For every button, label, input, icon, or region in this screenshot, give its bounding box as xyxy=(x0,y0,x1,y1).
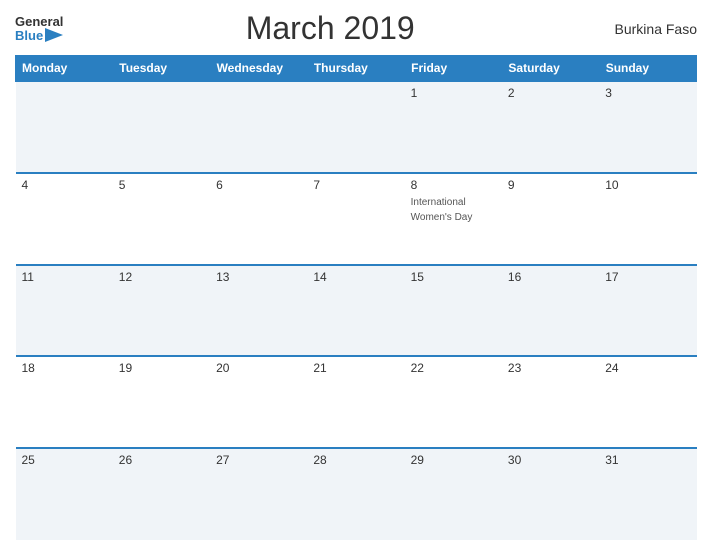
event-text: International Women's Day xyxy=(411,197,473,223)
day-cell: 30 xyxy=(502,448,599,540)
day-cell: 4 xyxy=(16,173,113,265)
day-number: 4 xyxy=(22,178,107,192)
day-number: 6 xyxy=(216,178,301,192)
day-cell: 31 xyxy=(599,448,696,540)
day-number: 24 xyxy=(605,361,690,375)
week-row-4: 18 19 20 21 22 23 24 xyxy=(16,356,697,448)
day-number: 10 xyxy=(605,178,690,192)
day-number: 14 xyxy=(313,270,398,284)
day-number: 7 xyxy=(313,178,398,192)
day-cell: 15 xyxy=(405,265,502,357)
day-cell: 29 xyxy=(405,448,502,540)
header-wednesday: Wednesday xyxy=(210,56,307,82)
week-row-3: 11 12 13 14 15 16 17 xyxy=(16,265,697,357)
day-number: 19 xyxy=(119,361,204,375)
day-cell: 27 xyxy=(210,448,307,540)
day-cell: 3 xyxy=(599,81,696,173)
header-tuesday: Tuesday xyxy=(113,56,210,82)
day-number: 28 xyxy=(313,453,398,467)
day-number: 15 xyxy=(411,270,496,284)
calendar-table: Monday Tuesday Wednesday Thursday Friday… xyxy=(15,55,697,540)
calendar-page: General Blue March 2019 Burkina Faso Mon… xyxy=(0,0,712,550)
logo-flag-icon xyxy=(45,28,63,42)
day-number: 16 xyxy=(508,270,593,284)
day-number: 9 xyxy=(508,178,593,192)
day-number: 1 xyxy=(411,86,496,100)
day-cell: 19 xyxy=(113,356,210,448)
logo-general-text: General xyxy=(15,15,63,28)
day-cell: 11 xyxy=(16,265,113,357)
day-cell: 6 xyxy=(210,173,307,265)
day-cell xyxy=(307,81,404,173)
country-name: Burkina Faso xyxy=(597,21,697,37)
day-cell xyxy=(113,81,210,173)
day-number: 25 xyxy=(22,453,107,467)
day-cell: 8 International Women's Day xyxy=(405,173,502,265)
week-row-5: 25 26 27 28 29 30 31 xyxy=(16,448,697,540)
day-number: 3 xyxy=(605,86,690,100)
day-cell: 25 xyxy=(16,448,113,540)
day-number: 26 xyxy=(119,453,204,467)
day-cell: 17 xyxy=(599,265,696,357)
day-cell xyxy=(210,81,307,173)
logo-blue-text: Blue xyxy=(15,29,43,42)
day-number: 27 xyxy=(216,453,301,467)
day-number: 31 xyxy=(605,453,690,467)
day-cell: 26 xyxy=(113,448,210,540)
day-cell: 23 xyxy=(502,356,599,448)
day-number: 2 xyxy=(508,86,593,100)
header-sunday: Sunday xyxy=(599,56,696,82)
day-cell: 20 xyxy=(210,356,307,448)
day-cell: 9 xyxy=(502,173,599,265)
day-cell: 14 xyxy=(307,265,404,357)
day-cell: 1 xyxy=(405,81,502,173)
day-cell xyxy=(16,81,113,173)
header-thursday: Thursday xyxy=(307,56,404,82)
day-number: 29 xyxy=(411,453,496,467)
day-cell: 2 xyxy=(502,81,599,173)
day-number: 11 xyxy=(22,270,107,284)
day-number: 13 xyxy=(216,270,301,284)
calendar-title: March 2019 xyxy=(63,10,597,47)
day-number: 21 xyxy=(313,361,398,375)
day-cell: 7 xyxy=(307,173,404,265)
day-cell: 16 xyxy=(502,265,599,357)
header: General Blue March 2019 Burkina Faso xyxy=(15,10,697,47)
day-number: 22 xyxy=(411,361,496,375)
day-cell: 10 xyxy=(599,173,696,265)
day-number: 17 xyxy=(605,270,690,284)
day-number: 12 xyxy=(119,270,204,284)
day-cell: 13 xyxy=(210,265,307,357)
header-monday: Monday xyxy=(16,56,113,82)
week-row-2: 45678 International Women's Day 9 10 xyxy=(16,173,697,265)
header-friday: Friday xyxy=(405,56,502,82)
day-number: 23 xyxy=(508,361,593,375)
logo: General Blue xyxy=(15,15,63,42)
week-row-1: 123 xyxy=(16,81,697,173)
day-cell: 5 xyxy=(113,173,210,265)
weekday-header-row: Monday Tuesday Wednesday Thursday Friday… xyxy=(16,56,697,82)
day-cell: 28 xyxy=(307,448,404,540)
day-cell: 21 xyxy=(307,356,404,448)
header-saturday: Saturday xyxy=(502,56,599,82)
day-cell: 18 xyxy=(16,356,113,448)
day-number: 18 xyxy=(22,361,107,375)
day-number: 8 xyxy=(411,178,496,192)
day-number: 20 xyxy=(216,361,301,375)
day-number: 30 xyxy=(508,453,593,467)
day-cell: 24 xyxy=(599,356,696,448)
day-cell: 12 xyxy=(113,265,210,357)
day-number: 5 xyxy=(119,178,204,192)
day-cell: 22 xyxy=(405,356,502,448)
